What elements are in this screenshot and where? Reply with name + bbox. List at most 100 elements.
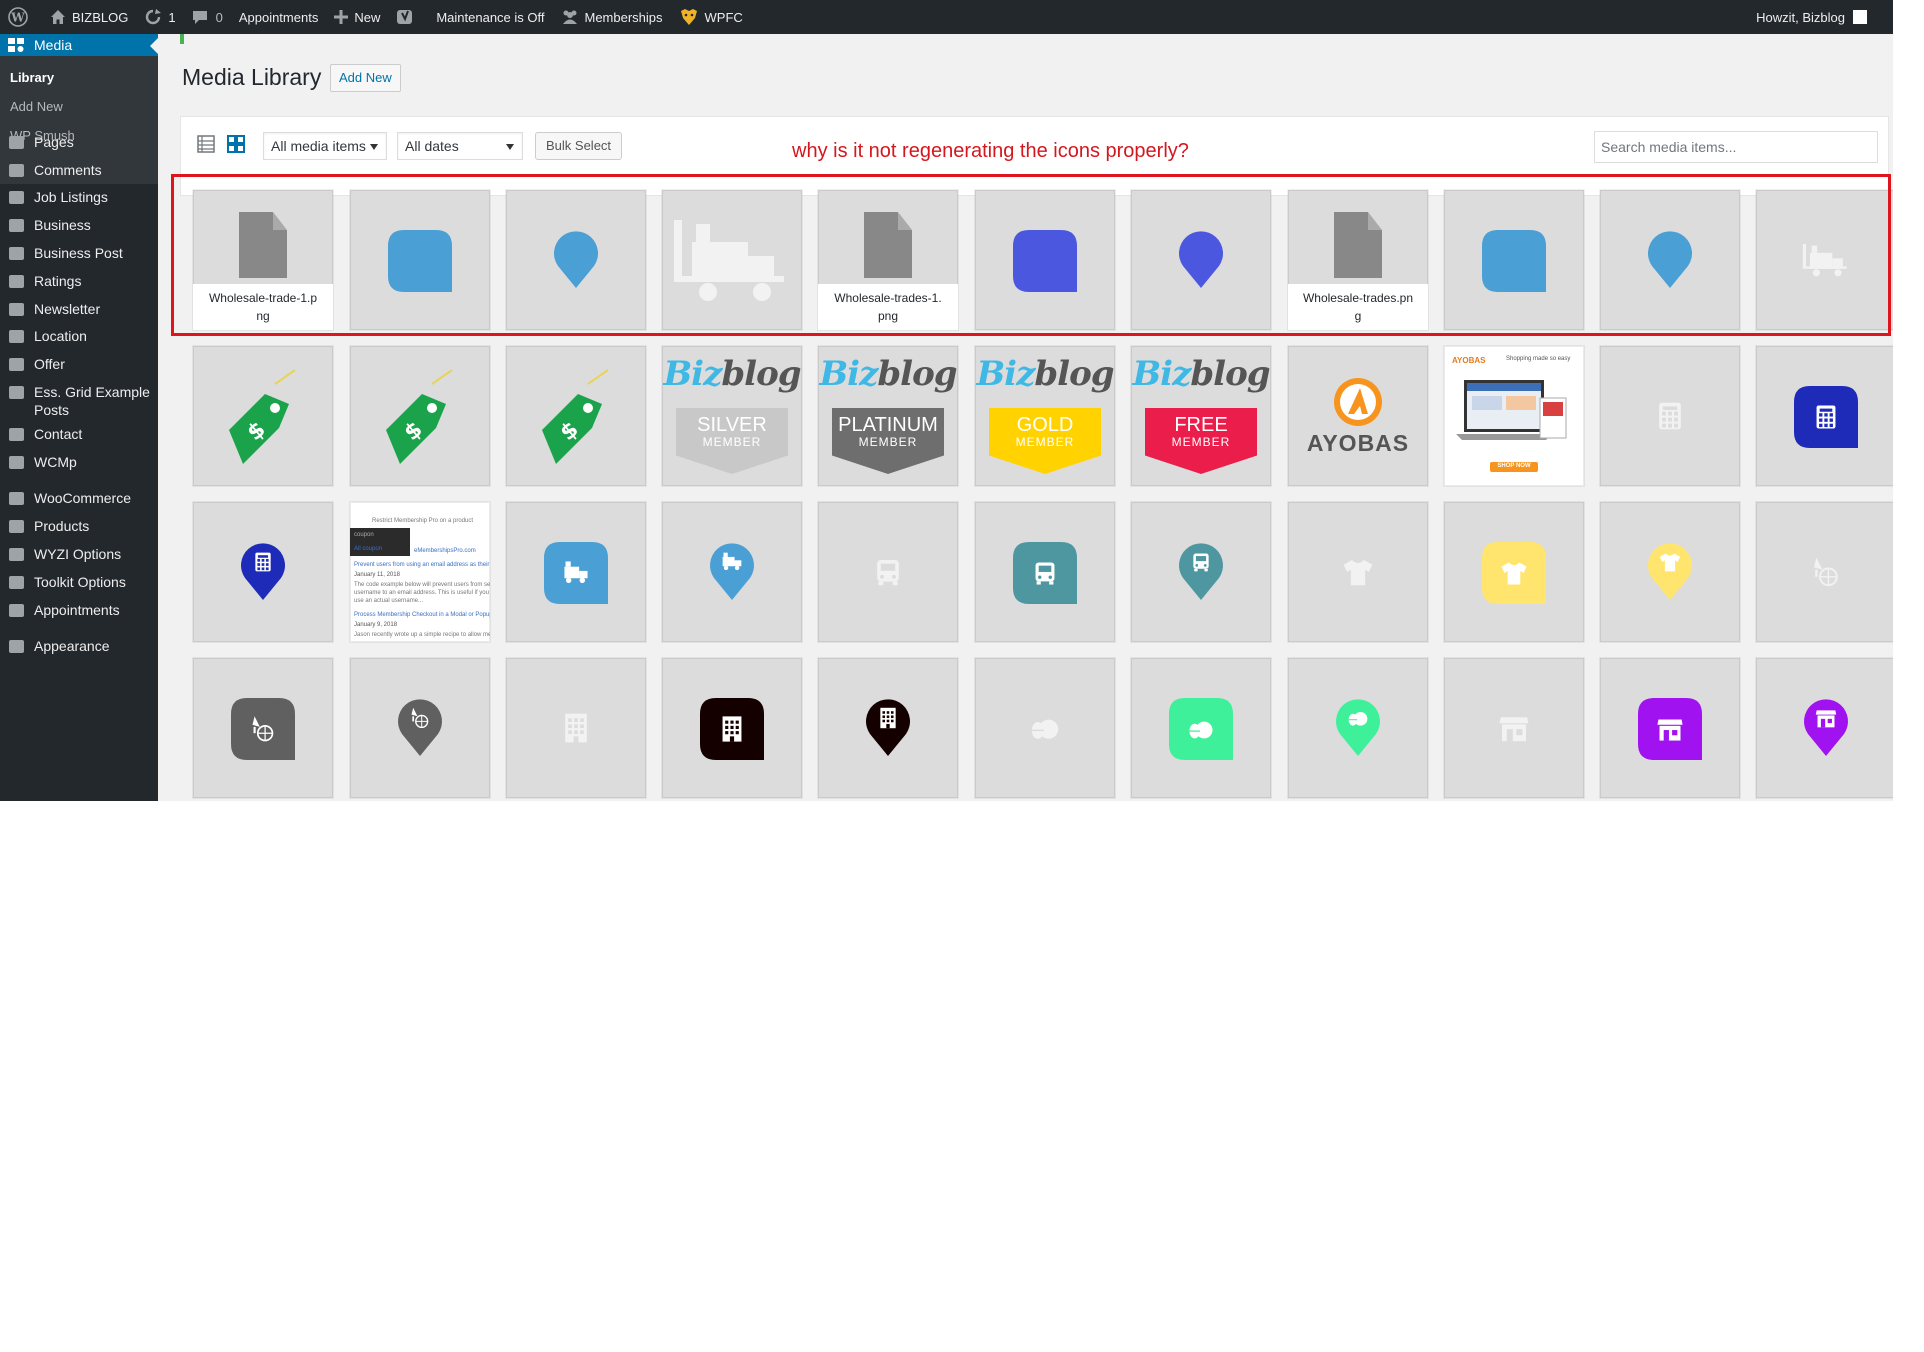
appointments-link[interactable]: Appointments	[231, 0, 327, 34]
sidebar-item-products[interactable]: Products	[0, 517, 158, 535]
map-pin-shape	[554, 231, 598, 288]
bulk-select-button[interactable]: Bulk Select	[535, 132, 623, 160]
sidebar-item-woocommerce[interactable]: WooCommerce	[0, 489, 158, 507]
updates-link[interactable]: 1	[136, 0, 183, 34]
add-new-button[interactable]: Add New	[330, 64, 401, 92]
sidebar-item-job-listings[interactable]: Job Listings	[0, 188, 158, 206]
media-item[interactable]	[662, 658, 802, 798]
screenshot-line: coupon	[354, 532, 374, 538]
envelope-icon	[6, 426, 26, 442]
media-item[interactable]	[662, 502, 802, 642]
search-input[interactable]	[1594, 131, 1878, 163]
sidebar-item-offer[interactable]: Offer	[0, 355, 158, 373]
media-item[interactable]: $	[350, 346, 490, 486]
sidebar-item-wyzi-options[interactable]: WYZI Options	[0, 545, 158, 563]
map-pin-shape	[1179, 231, 1223, 288]
comments-link[interactable]: 0	[184, 0, 231, 34]
media-item[interactable]	[1131, 502, 1271, 642]
media-item[interactable]	[1600, 190, 1740, 330]
sidebar-item-media[interactable]: Media	[0, 34, 158, 56]
media-item[interactable]	[1131, 658, 1271, 798]
media-item[interactable]	[506, 658, 646, 798]
media-item[interactable]	[1756, 502, 1893, 642]
media-item[interactable]	[1756, 346, 1893, 486]
media-item[interactable]: AYOBAS	[1288, 346, 1428, 486]
ad-brand: AYOBAS	[1452, 356, 1486, 365]
media-item[interactable]	[975, 190, 1115, 330]
media-item[interactable]: Wholesale-trade-1.png	[193, 190, 333, 330]
sidebar-item-contact[interactable]: Contact	[0, 425, 158, 443]
media-item[interactable]	[662, 190, 802, 330]
sidebar-item-wcmp[interactable]: WCMp	[0, 453, 158, 471]
media-item[interactable]	[506, 502, 646, 642]
yoast-link[interactable]	[388, 0, 428, 34]
media-item[interactable]: Bizblog SILVER MEMBER	[662, 346, 802, 486]
sidebar-item-toolkit-options[interactable]: Toolkit Options	[0, 573, 158, 591]
sidebar-item-pages[interactable]: Pages	[0, 133, 158, 151]
logo-part: blog	[1034, 354, 1114, 394]
sidebar-item-location[interactable]: Location	[0, 327, 158, 345]
site-name: BIZBLOG	[72, 9, 129, 25]
logo-part: blog	[721, 354, 801, 394]
media-item[interactable]: $	[193, 346, 333, 486]
my-account[interactable]: Howzit, Bizblog	[1756, 10, 1893, 25]
sidebar-item-ess-grid-example-posts[interactable]: Ess. Grid Example Posts	[0, 383, 158, 419]
media-type-filter[interactable]: All media items	[263, 132, 387, 160]
media-item[interactable]	[506, 190, 646, 330]
media-item[interactable]	[1756, 658, 1893, 798]
media-item[interactable]	[1131, 190, 1271, 330]
media-item[interactable]: Wholesale-trades-1.png	[818, 190, 958, 330]
avatar	[1853, 10, 1867, 24]
list-view-icon[interactable]	[195, 133, 217, 155]
media-item[interactable]	[1444, 658, 1584, 798]
media-item[interactable]: Bizblog GOLD MEMBER	[975, 346, 1115, 486]
media-item[interactable]	[818, 502, 958, 642]
wordpress-logo[interactable]: W	[0, 0, 42, 34]
sidebar-item-business[interactable]: Business	[0, 216, 158, 234]
media-item[interactable]	[350, 190, 490, 330]
submenu-add-new[interactable]: Add New	[0, 97, 158, 126]
new-content-link[interactable]: New	[326, 0, 388, 34]
media-item[interactable]	[1444, 190, 1584, 330]
media-item[interactable]	[1600, 346, 1740, 486]
memberships-link[interactable]: Memberships	[553, 0, 671, 34]
media-item[interactable]: Bizblog FREE MEMBER	[1131, 346, 1271, 486]
media-item[interactable]: $	[506, 346, 646, 486]
bizblog-logo: Bizblog	[818, 354, 958, 394]
sidebar-item-newsletter[interactable]: Newsletter	[0, 300, 158, 318]
wpfc-link[interactable]: WPFC	[671, 0, 751, 34]
media-item[interactable]	[193, 502, 333, 642]
badge-banner: SILVER MEMBER	[676, 408, 788, 474]
media-item[interactable]	[975, 502, 1115, 642]
sidebar-item-label: Toolkit Options	[34, 574, 126, 590]
media-item[interactable]	[1600, 658, 1740, 798]
media-type-value: All media items	[271, 138, 366, 154]
media-item[interactable]	[1756, 190, 1893, 330]
media-item[interactable]	[1288, 658, 1428, 798]
maintenance-link[interactable]: Maintenance is Off	[428, 0, 552, 34]
map-pin-shape	[1648, 231, 1692, 288]
media-item[interactable]	[1600, 502, 1740, 642]
media-item[interactable]	[193, 658, 333, 798]
site-name-link[interactable]: BIZBLOG	[42, 0, 136, 34]
screenshot-line: Jason recently wrote up a simple recipe …	[354, 632, 490, 638]
job-listings-icon	[6, 189, 26, 205]
media-item[interactable]: Restrict Membership Pro on a product coup…	[350, 502, 490, 642]
rounded-square-shape	[388, 230, 452, 292]
media-item[interactable]	[975, 658, 1115, 798]
sidebar-item-comments[interactable]: Comments	[0, 161, 158, 179]
grid-view-icon[interactable]	[225, 133, 247, 155]
media-item[interactable]	[1288, 502, 1428, 642]
media-item[interactable]: AYOBAS Shopping made so easy SHOP NOW	[1444, 346, 1584, 486]
media-item[interactable]	[1444, 502, 1584, 642]
media-item[interactable]	[350, 658, 490, 798]
sidebar-item-appearance[interactable]: Appearance	[0, 637, 158, 655]
sidebar-item-appointments[interactable]: Appointments	[0, 601, 158, 619]
media-item[interactable]: Bizblog PLATINUM MEMBER	[818, 346, 958, 486]
submenu-library[interactable]: Library	[0, 68, 158, 97]
media-item[interactable]	[818, 658, 958, 798]
sidebar-item-business-post[interactable]: Business Post	[0, 244, 158, 262]
sidebar-item-ratings[interactable]: Ratings	[0, 272, 158, 290]
media-item[interactable]: Wholesale-trades.png	[1288, 190, 1428, 330]
date-filter[interactable]: All dates	[397, 132, 523, 160]
